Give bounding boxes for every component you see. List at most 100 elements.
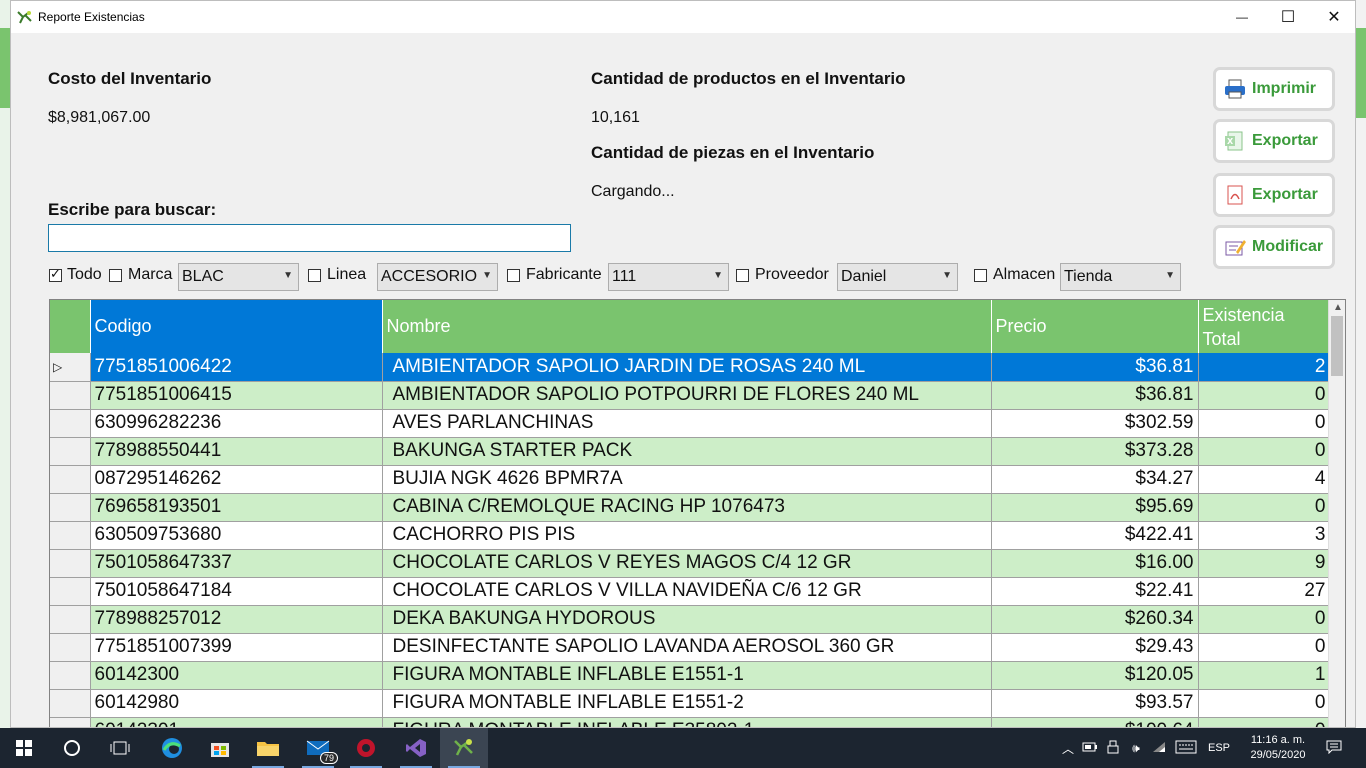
cell-codigo[interactable]: 778988550441 xyxy=(90,437,383,466)
table-row[interactable]: 60142980 FIGURA MONTABLE INFLABLE E1551-2… xyxy=(50,689,1331,718)
cell-precio[interactable]: $373.28 xyxy=(991,437,1199,466)
cell-precio[interactable]: $120.05 xyxy=(991,661,1199,690)
table-row[interactable]: 60142300 FIGURA MONTABLE INFLABLE E1551-1… xyxy=(50,661,1331,690)
almacen-select[interactable]: Tienda ▼ xyxy=(1060,263,1181,291)
table-row[interactable]: 7751851006415 AMBIENTADOR SAPOLIO POTPOUR… xyxy=(50,381,1331,410)
filter-todo-checkbox[interactable] xyxy=(49,266,62,282)
column-header-nombre[interactable]: Nombre xyxy=(382,300,992,353)
cell-codigo[interactable]: 7751851006415 xyxy=(90,381,383,410)
cell-precio[interactable]: $36.81 xyxy=(991,381,1199,410)
cell-precio[interactable]: $16.00 xyxy=(991,549,1199,578)
cell-existencia[interactable]: 0 xyxy=(1198,633,1331,662)
row-header-cell[interactable] xyxy=(50,661,91,690)
filter-linea-checkbox[interactable] xyxy=(308,269,321,282)
cell-nombre[interactable]: AVES PARLANCHINAS xyxy=(382,409,992,438)
task-view-button[interactable] xyxy=(96,728,144,768)
row-header-cell[interactable] xyxy=(50,689,91,718)
cell-codigo[interactable]: 7751851007399 xyxy=(90,633,383,662)
cell-existencia[interactable]: 0 xyxy=(1198,689,1331,718)
cell-precio[interactable]: $95.69 xyxy=(991,493,1199,522)
scroll-thumb[interactable] xyxy=(1331,316,1343,376)
start-button[interactable] xyxy=(0,728,48,768)
usb-device-icon[interactable] xyxy=(1102,740,1124,757)
show-hidden-icons-icon[interactable]: ︿ xyxy=(1058,740,1078,757)
title-bar[interactable]: Reporte Existencias — ☐ ✕ xyxy=(11,1,1355,33)
row-header-cell[interactable] xyxy=(50,465,91,494)
cell-precio[interactable]: $100.64 xyxy=(991,717,1199,727)
modify-button[interactable]: Modificar xyxy=(1213,225,1335,269)
cell-existencia[interactable]: 9 xyxy=(1198,549,1331,578)
print-button[interactable]: Imprimir xyxy=(1213,67,1335,111)
table-row[interactable]: ▷ 7751851006422 AMBIENTADOR SAPOLIO JARDIN… xyxy=(50,353,1331,382)
notifications-icon[interactable] xyxy=(1316,740,1352,757)
cell-codigo[interactable]: 630996282236 xyxy=(90,409,383,438)
row-header-cell[interactable] xyxy=(50,493,91,522)
table-row[interactable]: 7751851007399 DESINFECTANTE SAPOLIO LAVAN… xyxy=(50,633,1331,662)
cell-nombre[interactable]: AMBIENTADOR SAPOLIO POTPOURRI DE FLORES … xyxy=(382,381,992,410)
filter-marca-checkbox[interactable] xyxy=(109,269,122,282)
scroll-up-icon[interactable]: ▲ xyxy=(1333,302,1343,313)
filter-almacen-checkbox[interactable] xyxy=(974,269,987,282)
row-header-cell[interactable] xyxy=(50,605,91,634)
filter-proveedor-checkbox[interactable] xyxy=(736,269,749,282)
cell-precio[interactable]: $36.81 xyxy=(991,353,1199,382)
cell-existencia[interactable]: 0 xyxy=(1198,437,1331,466)
cell-nombre[interactable]: BAKUNGA STARTER PACK xyxy=(382,437,992,466)
cell-existencia[interactable]: 4 xyxy=(1198,465,1331,494)
export-excel-button[interactable]: X Exportar xyxy=(1213,119,1335,163)
fabricante-select[interactable]: 111 ▼ xyxy=(608,263,729,291)
table-row[interactable]: 7501058647337 CHOCOLATE CARLOS V REYES MA… xyxy=(50,549,1331,578)
cell-existencia[interactable]: 0 xyxy=(1198,409,1331,438)
table-row[interactable]: 630509753680 CACHORRO PIS PIS $422.41 3 xyxy=(50,521,1331,550)
taskbar-visual-studio[interactable] xyxy=(392,728,440,768)
column-header-precio[interactable]: Precio xyxy=(991,300,1199,353)
cell-codigo[interactable]: 60142980 xyxy=(90,689,383,718)
cell-existencia[interactable]: 1 xyxy=(1198,661,1331,690)
marca-select[interactable]: BLAC ▼ xyxy=(178,263,299,291)
keyboard-icon[interactable] xyxy=(1170,740,1202,757)
cell-nombre[interactable]: FIGURA MONTABLE INFLABLE E35802-1 xyxy=(382,717,992,727)
cell-codigo[interactable]: 7501058647184 xyxy=(90,577,383,606)
row-header-cell[interactable] xyxy=(50,577,91,606)
cell-codigo[interactable]: 7501058647337 xyxy=(90,549,383,578)
cell-existencia[interactable]: 27 xyxy=(1198,577,1331,606)
vertical-scrollbar[interactable]: ▲ xyxy=(1328,300,1345,727)
cell-nombre[interactable]: FIGURA MONTABLE INFLABLE E1551-1 xyxy=(382,661,992,690)
taskbar-app-red[interactable] xyxy=(342,728,390,768)
inventory-grid[interactable]: Codigo Nombre Precio Existencia Total ▷ 7… xyxy=(49,299,1346,727)
battery-icon[interactable] xyxy=(1078,741,1102,756)
search-input[interactable] xyxy=(48,224,571,252)
cell-codigo[interactable]: 087295146262 xyxy=(90,465,383,494)
row-header-cell[interactable] xyxy=(50,381,91,410)
cell-codigo[interactable]: 778988257012 xyxy=(90,605,383,634)
taskbar-store[interactable] xyxy=(196,728,244,768)
proveedor-select[interactable]: Daniel ▼ xyxy=(837,263,958,291)
cell-codigo[interactable]: 769658193501 xyxy=(90,493,383,522)
table-row[interactable]: 630996282236 AVES PARLANCHINAS $302.59 0 xyxy=(50,409,1331,438)
cell-precio[interactable]: $422.41 xyxy=(991,521,1199,550)
cell-codigo[interactable]: 630509753680 xyxy=(90,521,383,550)
taskbar-inventory-app[interactable] xyxy=(440,728,488,768)
row-header-cell[interactable] xyxy=(50,717,91,727)
row-header-cell[interactable] xyxy=(50,437,91,466)
cell-nombre[interactable]: FIGURA MONTABLE INFLABLE E1551-2 xyxy=(382,689,992,718)
taskbar-edge[interactable] xyxy=(148,728,196,768)
volume-icon[interactable]: 🕪 xyxy=(1124,741,1148,756)
cell-nombre[interactable]: CABINA C/REMOLQUE RACING HP 1076473 xyxy=(382,493,992,522)
clock[interactable]: 11:16 a. m. 29/05/2020 xyxy=(1240,733,1316,763)
minimize-button[interactable]: — xyxy=(1219,1,1265,33)
row-header-cell[interactable]: ▷ xyxy=(50,353,91,382)
table-row[interactable]: 7501058647184 CHOCOLATE CARLOS V VILLA NA… xyxy=(50,577,1331,606)
cell-nombre[interactable]: DESINFECTANTE SAPOLIO LAVANDA AEROSOL 36… xyxy=(382,633,992,662)
maximize-button[interactable]: ☐ xyxy=(1265,1,1311,33)
wifi-icon[interactable] xyxy=(1148,740,1170,757)
cell-precio[interactable]: $260.34 xyxy=(991,605,1199,634)
cell-precio[interactable]: $29.43 xyxy=(991,633,1199,662)
cell-precio[interactable]: $34.27 xyxy=(991,465,1199,494)
column-header-codigo[interactable]: Codigo xyxy=(90,300,383,353)
row-header-cell[interactable] xyxy=(50,409,91,438)
cell-nombre[interactable]: DEKA BAKUNGA HYDOROUS xyxy=(382,605,992,634)
linea-select[interactable]: ACCESORIO ▼ xyxy=(377,263,498,291)
cell-precio[interactable]: $22.41 xyxy=(991,577,1199,606)
search-taskbar-button[interactable] xyxy=(48,728,96,768)
